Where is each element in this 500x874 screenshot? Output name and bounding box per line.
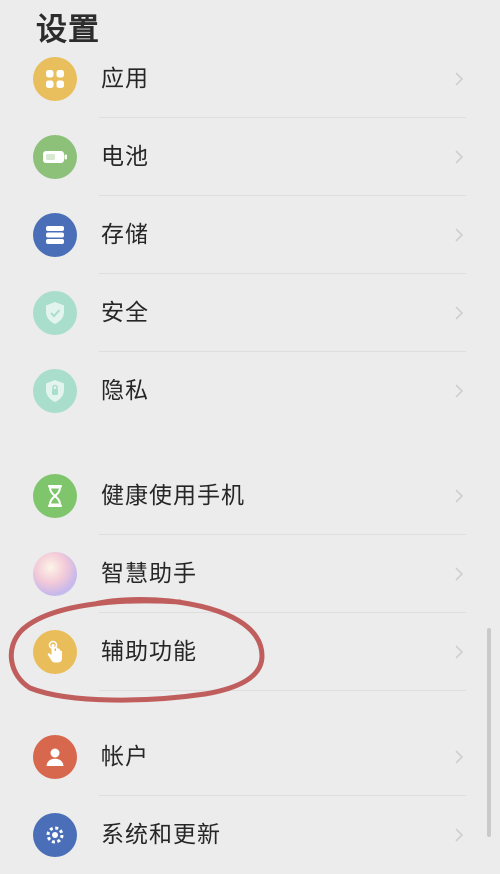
chevron-right-icon <box>455 645 464 659</box>
settings-item-label: 存储 <box>101 222 149 248</box>
settings-item-label: 辅助功能 <box>101 639 197 665</box>
settings-item-apps[interactable]: 应用 <box>0 40 500 118</box>
divider <box>99 690 466 691</box>
chevron-right-icon <box>455 384 464 398</box>
chevron-right-icon <box>455 489 464 503</box>
settings-item-smart-assistant[interactable]: 智慧助手 <box>0 535 500 613</box>
battery-icon <box>33 135 77 179</box>
hourglass-icon <box>33 474 77 518</box>
settings-item-accessibility[interactable]: 辅助功能 <box>0 613 500 691</box>
storage-icon <box>33 213 77 257</box>
settings-item-label: 帐户 <box>101 744 149 770</box>
settings-item-label: 健康使用手机 <box>101 483 245 509</box>
assistant-orb-icon <box>33 552 77 596</box>
chevron-right-icon <box>455 72 464 86</box>
settings-item-privacy[interactable]: 隐私 <box>0 352 500 430</box>
chevron-right-icon <box>455 306 464 320</box>
apps-grid-icon <box>33 57 77 101</box>
settings-item-system-update[interactable]: 系统和更新 <box>0 796 500 874</box>
settings-item-label: 智慧助手 <box>101 561 197 587</box>
privacy-shield-icon <box>33 369 77 413</box>
settings-item-battery[interactable]: 电池 <box>0 118 500 196</box>
chevron-right-icon <box>455 228 464 242</box>
settings-item-label: 隐私 <box>101 378 149 404</box>
settings-item-label: 系统和更新 <box>101 822 221 848</box>
settings-item-label: 电池 <box>101 144 149 170</box>
chevron-right-icon <box>455 828 464 842</box>
chevron-right-icon <box>455 750 464 764</box>
shield-check-icon <box>33 291 77 335</box>
chevron-right-icon <box>455 150 464 164</box>
chevron-right-icon <box>455 567 464 581</box>
system-gear-icon <box>33 813 77 857</box>
settings-item-account[interactable]: 帐户 <box>0 718 500 796</box>
settings-item-storage[interactable]: 存储 <box>0 196 500 274</box>
settings-item-label: 安全 <box>101 300 149 326</box>
settings-item-security[interactable]: 安全 <box>0 274 500 352</box>
account-icon <box>33 735 77 779</box>
hand-tap-icon <box>33 630 77 674</box>
settings-item-label: 应用 <box>101 66 149 92</box>
settings-item-digital-balance[interactable]: 健康使用手机 <box>0 457 500 535</box>
scrollbar[interactable] <box>487 628 491 837</box>
